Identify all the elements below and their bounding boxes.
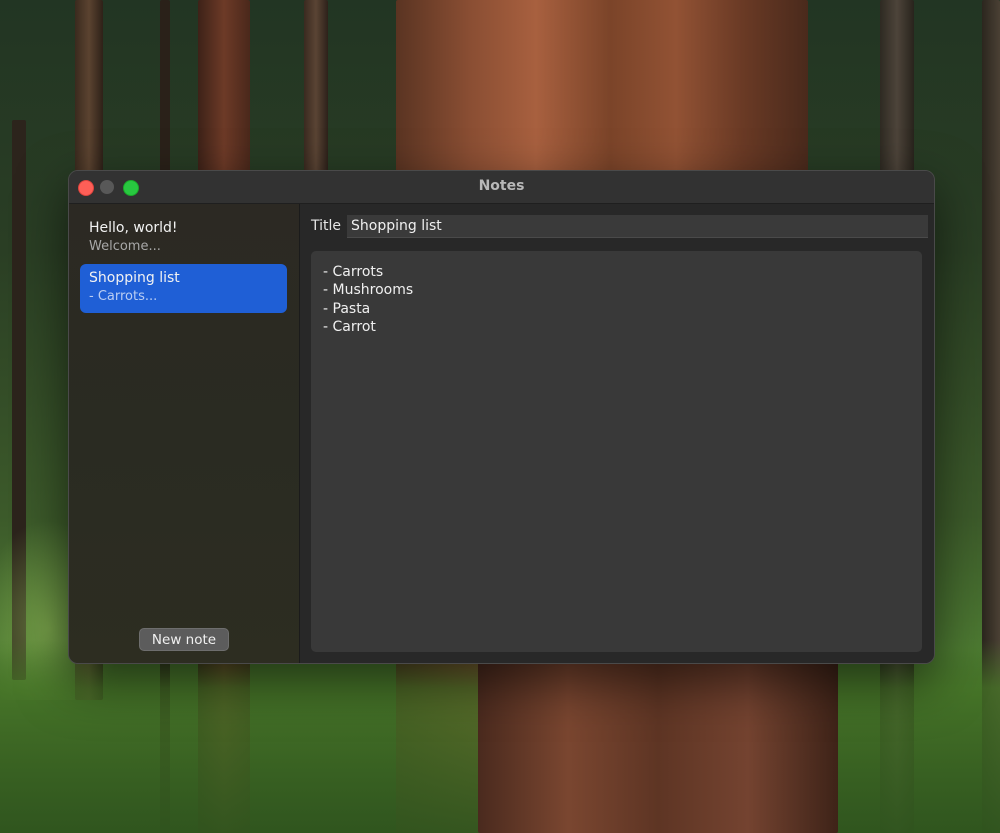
note-list-item-selected[interactable]: Shopping list - Carrots... (80, 264, 287, 313)
body-line: - Carrot (323, 319, 376, 335)
body-line: - Mushrooms (323, 282, 414, 298)
note-title: Shopping list (89, 270, 180, 286)
notes-window: Notes Hello, world! Welcome... Shopping … (68, 170, 935, 664)
notes-sidebar: Hello, world! Welcome... Shopping list -… (69, 204, 300, 663)
title-bar[interactable]: Notes (69, 171, 934, 204)
body-line: - Pasta (323, 301, 371, 317)
note-list-item[interactable]: Hello, world! Welcome... (80, 214, 287, 263)
note-title: Hello, world! (89, 220, 178, 236)
title-input[interactable] (347, 215, 928, 238)
note-body-textarea[interactable]: - Carrots - Mushrooms - Pasta - Carrot (311, 251, 922, 652)
window-title: Notes (478, 178, 525, 194)
body-line: - Carrots (323, 264, 384, 280)
note-editor: Title - Carrots - Mushrooms - Pasta - Ca… (300, 204, 934, 663)
new-note-button[interactable]: New note (139, 628, 229, 651)
note-preview: - Carrots... (89, 289, 158, 304)
note-preview: Welcome... (89, 239, 161, 254)
title-label: Title (311, 218, 342, 234)
